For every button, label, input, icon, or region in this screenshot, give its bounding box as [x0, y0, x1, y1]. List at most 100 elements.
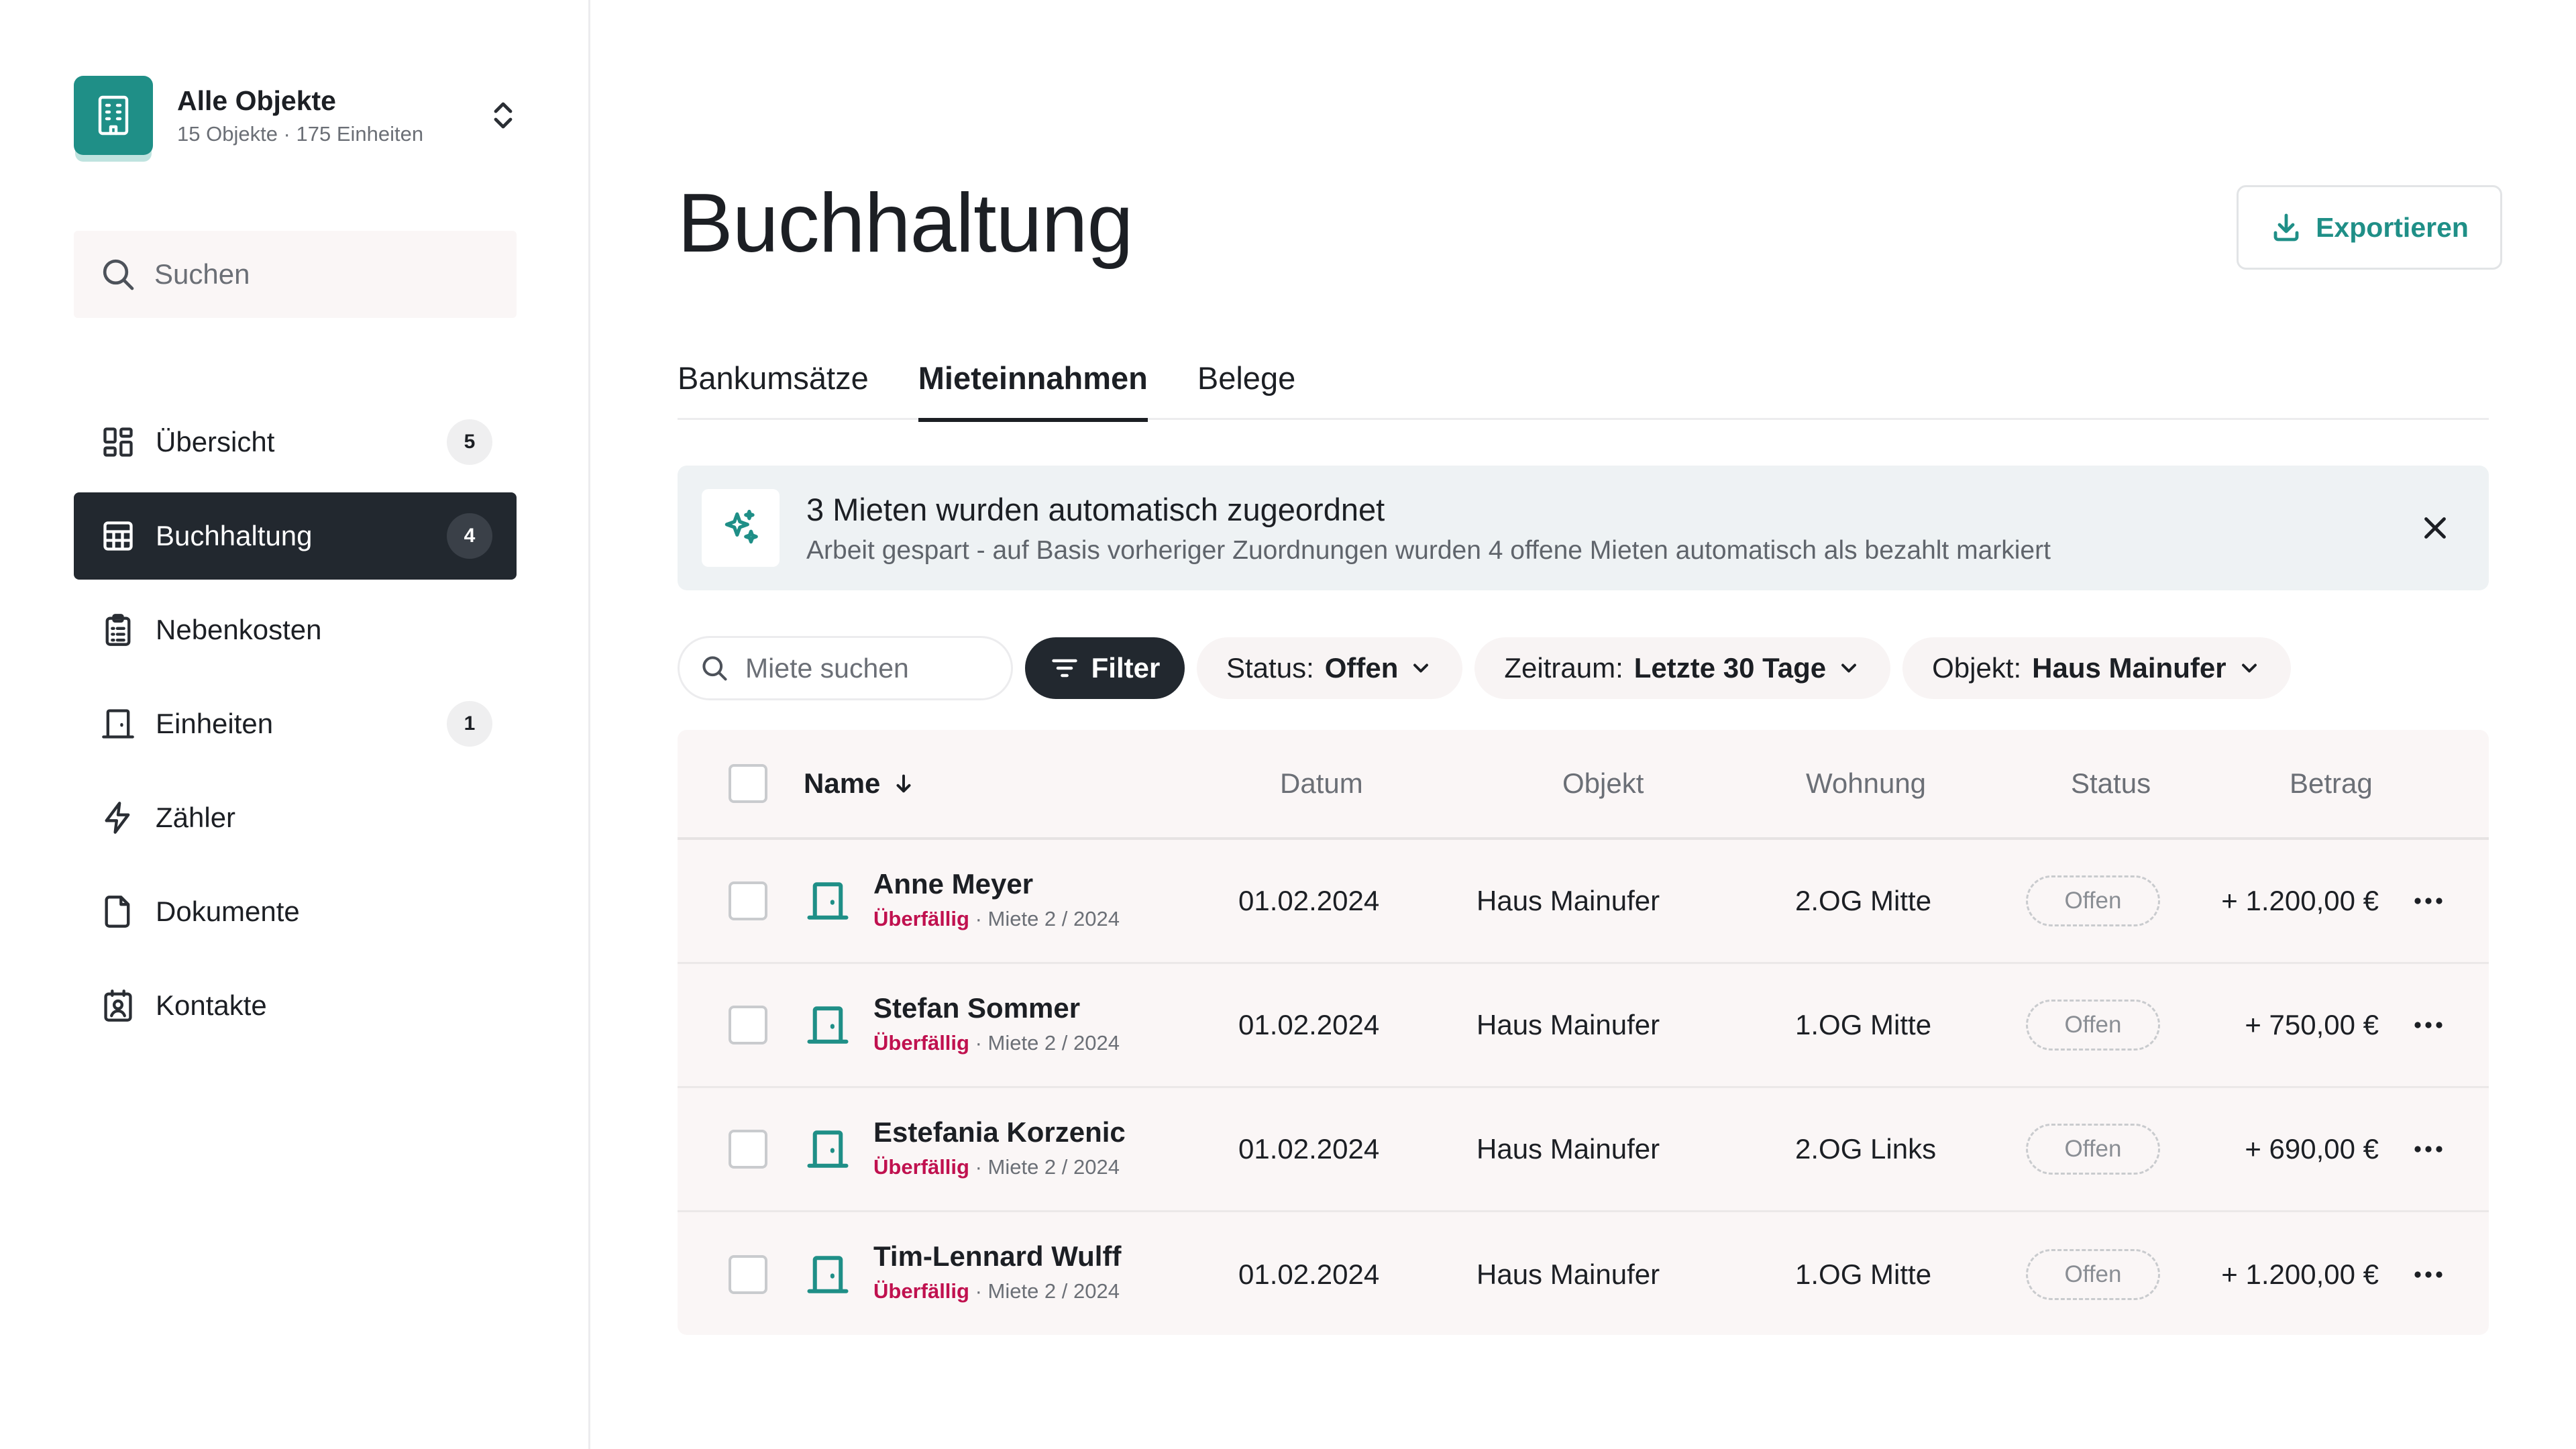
row-amount: + 1.200,00 € — [2221, 885, 2379, 916]
table-row[interactable]: Stefan Sommer Überfällig · Miete 2 / 202… — [678, 964, 2489, 1088]
sidebar-item-dokumente[interactable]: Dokumente — [74, 868, 517, 955]
sidebar-item-label: Einheiten — [156, 708, 274, 739]
clipboard-icon — [99, 611, 137, 649]
sidebar-item-label: Zähler — [156, 802, 236, 833]
row-unit: 1.OG Mitte — [1795, 1009, 1932, 1040]
object-filter-value: Haus Mainufer — [2032, 652, 2226, 684]
tenant-name: Estefania Korzenic — [873, 1116, 1126, 1148]
tab-bar: Bankumsätze Mieteinnahmen Belege — [678, 349, 2489, 422]
search-icon — [103, 259, 134, 290]
row-object: Haus Mainufer — [1477, 885, 1660, 916]
chevron-up-down-icon[interactable] — [483, 89, 523, 142]
more-options-icon[interactable] — [2408, 881, 2449, 921]
auto-match-banner: 3 Mieten wurden automatisch zugeordnet A… — [678, 466, 2489, 590]
table-row[interactable]: Tim-Lennard Wulff Überfällig · Miete 2 /… — [678, 1212, 2489, 1335]
table-row[interactable]: Estefania Korzenic Überfällig · Miete 2 … — [678, 1088, 2489, 1212]
sparkles-icon — [702, 489, 780, 567]
row-date: 01.02.2024 — [1238, 1009, 1380, 1040]
document-icon — [99, 893, 137, 930]
column-header-date: Datum — [1280, 767, 1363, 799]
sidebar-item-label: Nebenkosten — [156, 614, 322, 645]
object-filter-label: Objekt: — [1932, 652, 2022, 684]
row-date: 01.02.2024 — [1238, 1133, 1380, 1165]
table-icon — [99, 517, 137, 555]
sidebar-item-zaehler[interactable]: Zähler — [74, 774, 517, 861]
column-header-amount: Betrag — [2290, 767, 2373, 799]
row-date: 01.02.2024 — [1238, 1258, 1380, 1290]
column-header-object: Objekt — [1562, 767, 1644, 799]
row-checkbox[interactable] — [729, 1254, 767, 1294]
door-icon — [805, 1252, 851, 1297]
more-options-icon[interactable] — [2408, 1005, 2449, 1045]
select-all-checkbox[interactable] — [729, 764, 767, 803]
filter-bar: Filter Status: Offen Zeitraum: Letzte 30… — [678, 636, 2291, 700]
tab-mieteinnahmen[interactable]: Mieteinnahmen — [918, 349, 1148, 422]
more-options-icon[interactable] — [2408, 1254, 2449, 1295]
export-button-label: Exportieren — [2316, 211, 2469, 243]
main-content: Buchhaltung Exportieren Bankumsätze Miet… — [678, 0, 2502, 1449]
search-icon — [702, 656, 727, 681]
tenant-name: Stefan Sommer — [873, 992, 1081, 1024]
sort-by-name[interactable]: Name — [804, 767, 915, 800]
sidebar-item-nebenkosten[interactable]: Nebenkosten — [74, 586, 517, 674]
row-checkbox[interactable] — [729, 881, 767, 920]
status-filter-dropdown[interactable]: Status: Offen — [1197, 637, 1463, 699]
overdue-label: Überfällig — [873, 1279, 969, 1303]
door-icon — [805, 1002, 851, 1048]
row-checkbox[interactable] — [729, 1006, 767, 1044]
more-options-icon[interactable] — [2408, 1129, 2449, 1169]
row-amount: + 690,00 € — [2245, 1133, 2379, 1165]
tab-bankumsaetze[interactable]: Bankumsätze — [678, 349, 869, 420]
chevron-down-icon — [1413, 663, 1429, 673]
row-amount: + 750,00 € — [2245, 1009, 2379, 1040]
rent-search[interactable] — [678, 636, 1013, 700]
sidebar-item-kontakte[interactable]: Kontakte — [74, 962, 517, 1049]
contact-icon — [99, 987, 137, 1024]
row-unit: 2.OG Links — [1795, 1133, 1937, 1165]
column-header-unit: Wohnung — [1806, 767, 1927, 799]
rent-search-input[interactable] — [745, 652, 1000, 684]
banner-subtitle: Arbeit gespart - auf Basis vorheriger Zu… — [806, 535, 2051, 565]
chevron-down-icon — [2241, 663, 2257, 673]
rent-period: · Miete 2 / 2024 — [969, 1031, 1120, 1055]
status-badge: Offen — [2026, 1124, 2160, 1175]
filter-button[interactable]: Filter — [1025, 637, 1185, 699]
tenant-name: Tim-Lennard Wulff — [873, 1240, 1122, 1272]
count-badge: 4 — [447, 513, 492, 559]
arrow-down-icon — [896, 774, 911, 793]
sidebar-search-input[interactable] — [154, 258, 490, 290]
door-icon — [805, 878, 851, 924]
filter-icon — [1051, 659, 1077, 678]
row-checkbox[interactable] — [729, 1130, 767, 1169]
sidebar-item-label: Dokumente — [156, 896, 300, 927]
close-icon[interactable] — [2408, 501, 2462, 555]
row-amount: + 1.200,00 € — [2221, 1258, 2379, 1290]
tab-belege[interactable]: Belege — [1197, 349, 1295, 420]
row-unit: 1.OG Mitte — [1795, 1258, 1932, 1290]
dashboard-icon — [99, 423, 137, 461]
export-button[interactable]: Exportieren — [2237, 185, 2502, 270]
status-badge: Offen — [2026, 875, 2160, 926]
download-icon — [2273, 213, 2299, 241]
object-filter-dropdown[interactable]: Objekt: Haus Mainufer — [1902, 637, 2291, 699]
workspace-title: Alle Objekte — [177, 85, 336, 117]
rent-table: Name Datum Objekt Wohnung Status Betrag … — [678, 730, 2489, 1335]
overdue-label: Überfällig — [873, 1031, 969, 1055]
status-filter-value: Offen — [1324, 652, 1399, 684]
sidebar-item-label: Kontakte — [156, 989, 267, 1021]
row-unit: 2.OG Mitte — [1795, 885, 1932, 916]
count-badge: 5 — [447, 419, 492, 465]
rent-period: · Miete 2 / 2024 — [969, 1155, 1120, 1179]
period-filter-dropdown[interactable]: Zeitraum: Letzte 30 Tage — [1474, 637, 1891, 699]
page-title: Buchhaltung — [678, 177, 1133, 270]
table-header: Name Datum Objekt Wohnung Status Betrag — [678, 730, 2489, 840]
sidebar-item-einheiten[interactable]: Einheiten 1 — [74, 680, 517, 767]
table-row[interactable]: Anne Meyer Überfällig · Miete 2 / 2024 0… — [678, 840, 2489, 964]
rent-period: · Miete 2 / 2024 — [969, 907, 1120, 930]
count-badge: 1 — [447, 701, 492, 747]
workspace-switcher[interactable]: Alle Objekte 15 Objekte · 175 Einheiten — [74, 72, 523, 158]
sidebar-item-buchhaltung[interactable]: Buchhaltung 4 — [74, 492, 517, 580]
sidebar-item-uebersicht[interactable]: Übersicht 5 — [74, 398, 517, 486]
sidebar-search[interactable] — [74, 231, 517, 318]
row-object: Haus Mainufer — [1477, 1133, 1660, 1165]
